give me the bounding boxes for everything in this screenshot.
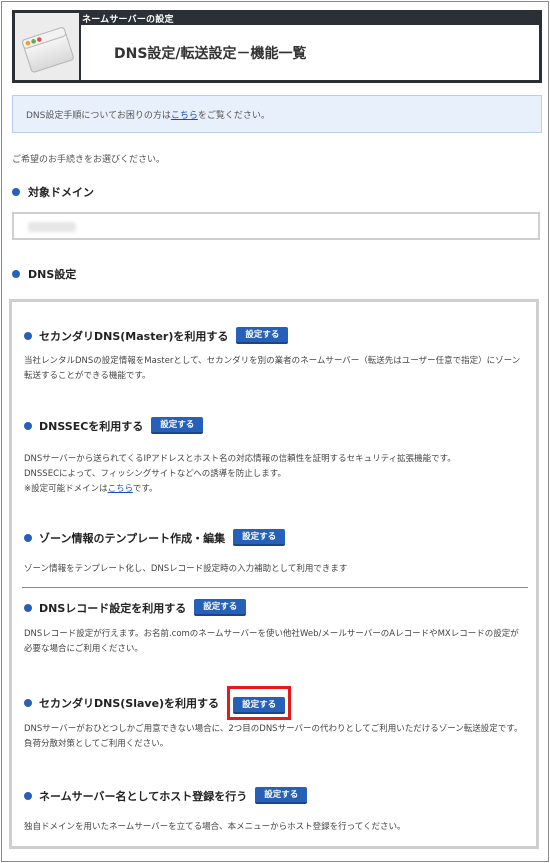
notice-text: DNS設定手順についてお困りの方はこちらをご覧ください。 [26,108,270,121]
section-divider [22,587,528,588]
host-registration-setup-button[interactable]: 設定する [255,787,308,804]
bullet-icon [24,603,32,612]
bullet-icon [12,270,20,278]
bullet-icon [24,421,32,430]
help-notice: DNS設定手順についてお困りの方はこちらをご覧ください。 [12,95,542,133]
desc-text: ※設定可能ドメインは [24,484,108,494]
notice-text-before: DNS設定手順についてお困りの方は [26,111,171,121]
item-title: セカンダリDNS(Master)を利用する [39,329,229,343]
item-title: DNSレコード設定を利用する [39,601,187,615]
desc-line: DNSサーバーから送られてくるIPアドレスとホスト名の対応情報の信頼性を証明する… [24,454,456,464]
item-title: セカンダリDNS(Slave)を利用する [39,697,220,710]
item-dnssec: DNSSECを利用する 設定する [24,417,204,434]
item-description: DNSレコード設定が行えます。お名前.comのネームサーバーを使い他社Web/メ… [24,629,519,654]
help-link[interactable]: こちら [171,111,198,121]
target-domain-field [12,212,540,240]
bullet-icon [24,699,32,707]
dns-section-title: DNS設定 [28,268,77,281]
header-title-area: DNS設定/転送設定－機能一覧 [81,25,539,80]
item-description: DNSサーバーから送られてくるIPアドレスとホスト名の対応情報の信頼性を証明する… [24,452,524,497]
secondary-master-setup-button[interactable]: 設定する [236,327,289,344]
bullet-icon [12,188,20,196]
secondary-slave-setup-button[interactable]: 設定する [233,697,286,714]
item-title: ゾーン情報のテンプレート作成・編集 [39,531,226,545]
domain-section-title: 対象ドメイン [28,186,94,199]
zone-template-setup-button[interactable]: 設定する [233,529,286,546]
window-icon [15,13,79,80]
item-zone-template: ゾーン情報のテンプレート作成・編集 設定する [24,529,286,546]
dnssec-setup-button[interactable]: 設定する [151,417,204,434]
highlight-frame: 設定する [227,686,292,720]
page-title: DNS設定/転送設定－機能一覧 [114,46,307,62]
item-title: DNSSECを利用する [39,419,144,433]
dns-section-heading: DNS設定 [12,266,76,282]
page-frame: ネームサーバーの設定 DNS設定/転送設定－機能一覧 DNS設定手順についてお困… [1,1,549,862]
item-secondary-master: セカンダリDNS(Master)を利用する 設定する [24,327,289,344]
selection-prompt: ご希望のお手続きをお選びください。 [12,155,166,165]
item-secondary-slave: セカンダリDNS(Slave)を利用する 設定する [24,686,292,720]
dns-settings-panel: セカンダリDNS(Master)を利用する 設定する 当社レンタルDNSの設定情… [9,299,539,849]
domain-value-redacted [28,222,76,232]
bullet-icon [24,791,32,800]
desc-text: です。 [132,484,158,494]
desc-line: ※設定可能ドメインはこちらです。 [24,482,524,497]
dns-record-setup-button[interactable]: 設定する [194,599,247,616]
item-description: 当社レンタルDNSの設定情報をMasterとして、セカンダリを別の業者のネームサ… [24,356,521,381]
item-dns-record: DNSレコード設定を利用する 設定する [24,599,247,616]
supported-domains-link[interactable]: こちら [108,484,133,494]
page-header: ネームサーバーの設定 DNS設定/転送設定－機能一覧 [12,10,542,83]
header-label: ネームサーバーの設定 [82,15,174,25]
desc-line: DNSSECによって、フィッシングサイトなどへの誘導を防止します。 [24,469,286,479]
notice-text-after: をご覧ください。 [197,111,270,121]
bullet-icon [24,533,32,542]
domain-section-heading: 対象ドメイン [12,184,94,200]
item-description: ゾーン情報をテンプレート化し、DNSレコード設定時の入力補助として利用できます [24,564,348,574]
item-title: ネームサーバー名としてホスト登録を行う [39,789,248,803]
item-description: DNSサーバーがおひとつしかご用意できない場合に、2つ目のDNSサーバーの代わり… [24,724,523,749]
bullet-icon [24,331,32,340]
item-host-registration: ネームサーバー名としてホスト登録を行う 設定する [24,787,308,804]
item-description: 独自ドメインを用いたネームサーバーを立てる場合、本メニューからホスト登録を行って… [24,822,406,832]
